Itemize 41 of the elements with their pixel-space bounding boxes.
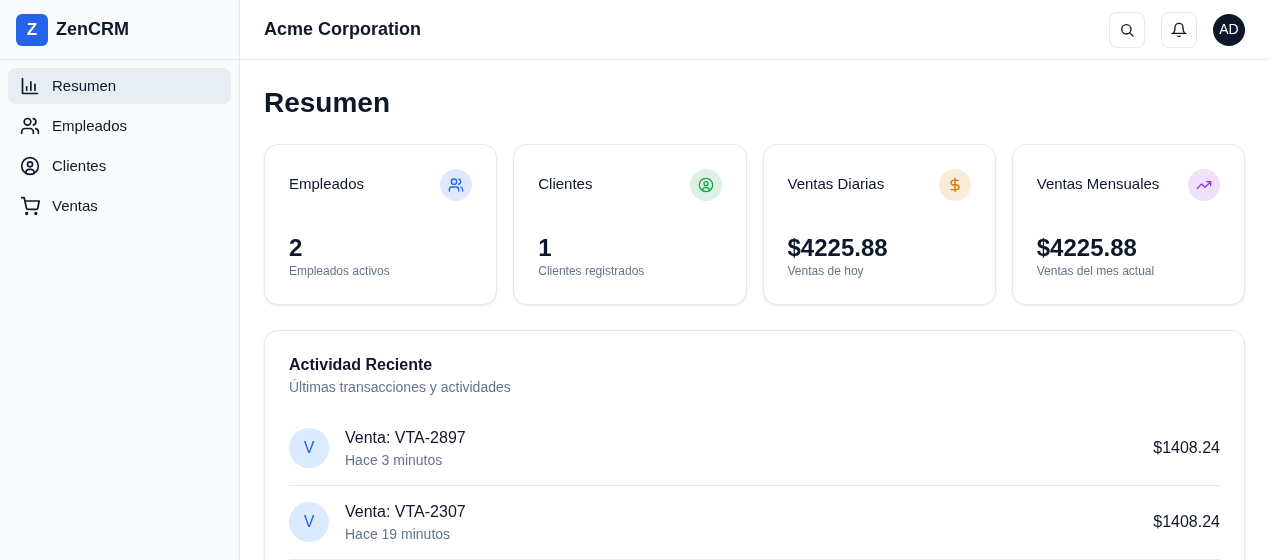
user-circle-icon: [20, 156, 40, 176]
sidebar-item[interactable]: Empleados: [8, 108, 231, 144]
stat-title: Empleados: [289, 174, 365, 195]
activity-time: Hace 3 minutos: [345, 450, 444, 470]
search-icon: [1119, 21, 1135, 38]
bell-icon: [1171, 21, 1187, 38]
stat-caption: Ventas de hoy: [787, 262, 865, 280]
card-subtitle: Últimas transacciones y actividades: [289, 377, 512, 397]
card-title: Actividad Reciente: [289, 354, 434, 375]
brand-name: ZenCRM: [56, 18, 129, 41]
logo: Z: [16, 13, 48, 46]
chart-icon: [20, 76, 40, 96]
header-title: Acme Corporation: [264, 18, 422, 41]
user-avatar[interactable]: AD: [1213, 13, 1245, 46]
stat-value: $4225.88: [1036, 235, 1138, 262]
notifications-button[interactable]: [1161, 11, 1197, 48]
sidebar-item[interactable]: Clientes: [8, 148, 231, 184]
activity-title: Venta: VTA-2897: [345, 427, 466, 448]
activity-title: Venta: VTA-2307: [345, 501, 466, 522]
stat-caption: Clientes registrados: [538, 262, 646, 280]
cart-icon: [20, 196, 40, 216]
stat-value: $4225.88: [787, 235, 889, 262]
activity-time: Hace 19 minutos: [345, 524, 452, 544]
sidebar-item[interactable]: Ventas: [8, 188, 231, 224]
search-button[interactable]: [1109, 11, 1145, 48]
page-title: Resumen: [264, 86, 392, 120]
users-icon: [20, 116, 40, 136]
activity-avatar: V: [289, 502, 329, 543]
activity-avatar: V: [289, 428, 329, 469]
stat-title: Ventas Diarias: [787, 174, 885, 195]
activity-amount: $1408.24: [1153, 438, 1220, 459]
user-circle-icon: [697, 176, 714, 193]
activity-amount: $1408.24: [1153, 512, 1220, 533]
stat-title: Clientes: [538, 174, 593, 195]
stat-caption: Empleados activos: [289, 262, 391, 280]
users-icon: [448, 176, 465, 193]
stat-title: Ventas Mensuales: [1036, 174, 1160, 195]
stat-value: 2: [289, 235, 304, 262]
sidebar-item[interactable]: Resumen: [8, 68, 231, 104]
stat-caption: Ventas del mes actual: [1036, 262, 1156, 280]
stat-value: 1: [538, 235, 553, 262]
